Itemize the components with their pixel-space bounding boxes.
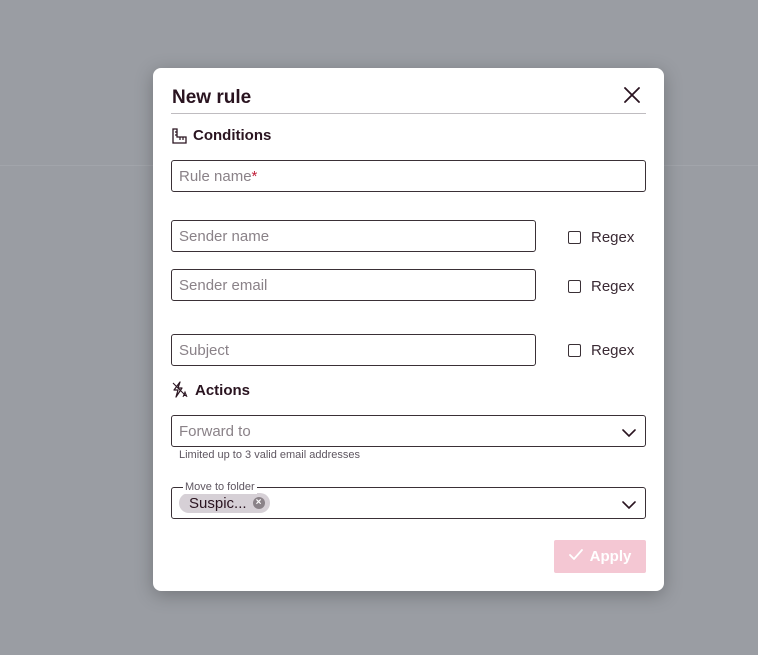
required-mark: * (251, 167, 258, 185)
regex-label: Regex (591, 342, 635, 359)
subject-regex-checkbox[interactable] (568, 344, 581, 357)
sender-email-regex[interactable]: Regex (568, 278, 634, 295)
forward-to-placeholder: Forward to (179, 422, 251, 440)
subject-input[interactable] (179, 341, 528, 359)
new-rule-dialog: New rule Conditions Rule name* Regex Reg… (153, 68, 664, 591)
regex-label: Regex (591, 229, 635, 246)
chevron-down-icon[interactable] (622, 497, 636, 514)
move-to-folder-label: Move to folder (183, 480, 257, 494)
sender-name-regex-checkbox[interactable] (568, 231, 581, 244)
forward-to-select[interactable]: Forward to (171, 415, 646, 447)
sender-name-field[interactable] (171, 220, 536, 252)
regex-label: Regex (591, 278, 635, 295)
move-to-folder-select[interactable]: Move to folder Suspic... × (171, 480, 646, 519)
dialog-title: New rule (172, 87, 252, 108)
close-icon[interactable] (621, 84, 643, 106)
conditions-label: Conditions (193, 127, 272, 144)
ruler-icon (171, 127, 187, 144)
folder-chip: Suspic... × (179, 493, 270, 513)
actions-heading: Actions (171, 381, 250, 399)
sender-email-field[interactable] (171, 269, 536, 301)
sender-email-input[interactable] (179, 276, 528, 294)
actions-label: Actions (195, 381, 251, 399)
apply-label: Apply (589, 548, 632, 565)
subject-field[interactable] (171, 334, 536, 366)
apply-button[interactable]: Apply (554, 540, 646, 573)
rule-name-placeholder: Rule name (179, 167, 252, 185)
folder-chip-label: Suspic... (189, 494, 247, 512)
check-icon (568, 548, 583, 565)
sender-email-regex-checkbox[interactable] (568, 280, 581, 293)
subject-regex[interactable]: Regex (568, 342, 634, 359)
sender-name-input[interactable] (179, 227, 528, 245)
remove-chip-icon[interactable]: × (252, 497, 265, 509)
rule-name-field[interactable]: Rule name * (171, 160, 646, 192)
forward-to-hint: Limited up to 3 valid email addresses (179, 449, 360, 461)
title-divider (171, 113, 646, 114)
conditions-heading: Conditions (171, 127, 271, 144)
zap-icon (171, 381, 189, 399)
chevron-down-icon[interactable] (622, 425, 636, 442)
sender-name-regex[interactable]: Regex (568, 229, 634, 246)
